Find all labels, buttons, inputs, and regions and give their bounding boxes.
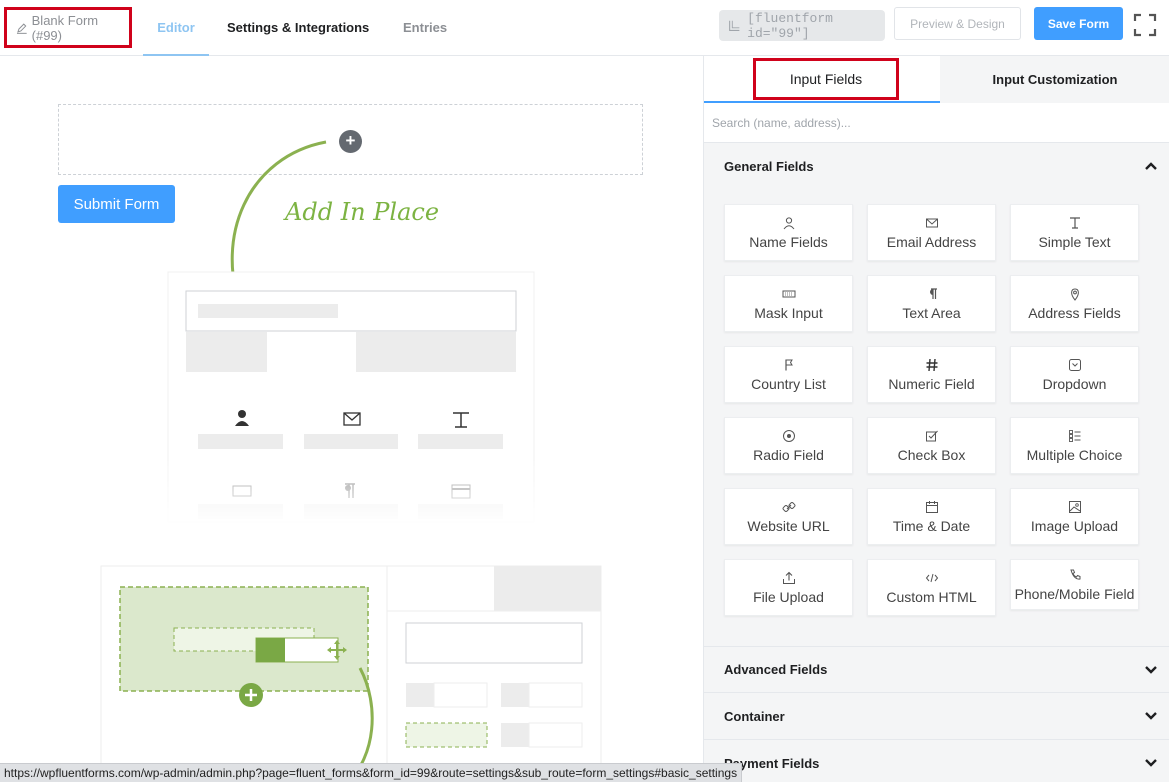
paragraph-icon bbox=[929, 287, 937, 299]
field-card-label: Dropdown bbox=[1042, 375, 1107, 392]
field-card-label: Country List bbox=[751, 375, 826, 392]
browser-status-bar: https://wpfluentforms.com/wp-admin/admin… bbox=[0, 763, 743, 782]
field-card-mask-input[interactable]: Mask Input bbox=[724, 275, 853, 332]
field-card-label: Custom HTML bbox=[886, 588, 977, 605]
pencil-icon bbox=[16, 22, 27, 34]
section-general-title: General Fields bbox=[724, 159, 814, 174]
field-card-label: File Upload bbox=[753, 588, 824, 605]
field-card-label: Check Box bbox=[897, 446, 966, 463]
section-payment-fields[interactable]: Payment Fields bbox=[704, 740, 1169, 782]
form-title[interactable]: Blank Form (#99) bbox=[4, 7, 132, 48]
field-card-label: Text Area bbox=[902, 304, 961, 321]
section-container[interactable]: Container bbox=[704, 693, 1169, 740]
corner-icon bbox=[729, 20, 740, 31]
top-bar: Blank Form (#99) Editor Settings & Integ… bbox=[0, 0, 1169, 56]
field-card-label: Time & Date bbox=[892, 517, 971, 534]
field-card-label: Phone/Mobile Field bbox=[1014, 585, 1135, 602]
submit-form-button[interactable]: Submit Form bbox=[58, 185, 175, 223]
field-card-time-date[interactable]: Time & Date bbox=[867, 488, 996, 545]
phone-icon bbox=[1069, 569, 1080, 580]
field-card-custom-html[interactable]: Custom HTML bbox=[867, 559, 996, 616]
section-advanced-fields[interactable]: Advanced Fields bbox=[704, 646, 1169, 693]
tab-input-fields-label: Input Fields bbox=[753, 58, 899, 100]
field-search bbox=[704, 103, 1169, 143]
list-icon bbox=[1068, 429, 1080, 442]
section-general-fields[interactable]: General Fields bbox=[704, 143, 1169, 190]
calendar-icon bbox=[925, 500, 938, 513]
field-card-file-upload[interactable]: File Upload bbox=[724, 559, 853, 616]
tab-input-customization[interactable]: Input Customization bbox=[940, 56, 1169, 103]
fullscreen-icon[interactable] bbox=[1133, 13, 1157, 37]
save-form-button[interactable]: Save Form bbox=[1034, 7, 1123, 40]
editor-canvas: + Submit Form Add In Place bbox=[0, 56, 703, 782]
preview-design-button[interactable]: Preview & Design bbox=[894, 7, 1021, 40]
field-card-dropdown[interactable]: Dropdown bbox=[1010, 346, 1139, 403]
field-card-numeric-field[interactable]: Numeric Field bbox=[867, 346, 996, 403]
field-card-country-list[interactable]: Country List bbox=[724, 346, 853, 403]
field-card-email-address[interactable]: Email Address bbox=[867, 204, 996, 261]
code-icon bbox=[925, 573, 938, 582]
envelope-icon bbox=[925, 218, 938, 227]
tab-settings-integrations[interactable]: Settings & Integrations bbox=[227, 0, 369, 55]
upload-icon bbox=[782, 571, 795, 584]
dropdown-icon bbox=[1068, 358, 1081, 371]
panel-tabs: Input Fields Input Customization bbox=[704, 56, 1169, 103]
user-icon bbox=[783, 216, 794, 229]
section-advanced-title: Advanced Fields bbox=[724, 662, 828, 677]
chevron-down-icon bbox=[1145, 666, 1157, 674]
field-card-label: Website URL bbox=[747, 517, 830, 534]
field-card-check-box[interactable]: Check Box bbox=[867, 417, 996, 474]
checkbox-icon bbox=[925, 430, 938, 441]
add-in-place-hint: Add In Place bbox=[285, 198, 440, 226]
field-card-image-upload[interactable]: Image Upload bbox=[1010, 488, 1139, 545]
field-card-label: Address Fields bbox=[1028, 304, 1121, 321]
field-card-label: Image Upload bbox=[1030, 517, 1119, 534]
chevron-down-icon bbox=[1145, 759, 1157, 767]
map-pin-icon bbox=[1070, 287, 1079, 301]
field-card-label: Multiple Choice bbox=[1026, 446, 1123, 463]
tab-editor[interactable]: Editor bbox=[143, 0, 209, 56]
field-card-phone-mobile-field[interactable]: Phone/Mobile Field bbox=[1010, 559, 1139, 610]
field-card-radio-field[interactable]: Radio Field bbox=[724, 417, 853, 474]
field-card-simple-text[interactable]: Simple Text bbox=[1010, 204, 1139, 261]
tab-input-fields[interactable]: Input Fields bbox=[704, 56, 940, 103]
image-icon bbox=[1068, 500, 1081, 513]
field-card-multiple-choice[interactable]: Multiple Choice bbox=[1010, 417, 1139, 474]
shortcode-text: [fluentform id="99"] bbox=[747, 10, 833, 41]
tab-entries[interactable]: Entries bbox=[403, 0, 447, 55]
flag-icon bbox=[784, 359, 793, 370]
text-icon bbox=[1069, 216, 1080, 229]
keyboard-icon bbox=[782, 290, 795, 297]
field-card-label: Simple Text bbox=[1038, 233, 1111, 250]
form-title-text: Blank Form (#99) bbox=[31, 12, 99, 43]
section-container-title: Container bbox=[724, 708, 785, 724]
chevron-up-icon bbox=[1145, 162, 1157, 170]
field-search-input[interactable] bbox=[712, 115, 1152, 130]
field-card-label: Mask Input bbox=[754, 304, 823, 321]
field-card-label: Numeric Field bbox=[888, 375, 975, 392]
link-icon bbox=[782, 501, 795, 512]
add-field-plus-icon[interactable]: + bbox=[339, 130, 362, 153]
field-card-label: Name Fields bbox=[749, 233, 828, 250]
field-card-website-url[interactable]: Website URL bbox=[724, 488, 853, 545]
hash-icon bbox=[926, 358, 937, 371]
chevron-down-icon bbox=[1145, 712, 1157, 720]
field-card-text-area[interactable]: Text Area bbox=[867, 275, 996, 332]
field-card-address-fields[interactable]: Address Fields bbox=[1010, 275, 1139, 332]
radio-icon bbox=[782, 429, 795, 442]
fields-panel: Input Fields Input Customization General… bbox=[703, 56, 1169, 782]
shortcode-copy[interactable]: [fluentform id="99"] bbox=[719, 10, 885, 41]
field-card-name-fields[interactable]: Name Fields bbox=[724, 204, 853, 261]
field-card-label: Email Address bbox=[886, 233, 977, 250]
field-card-label: Radio Field bbox=[753, 446, 824, 463]
